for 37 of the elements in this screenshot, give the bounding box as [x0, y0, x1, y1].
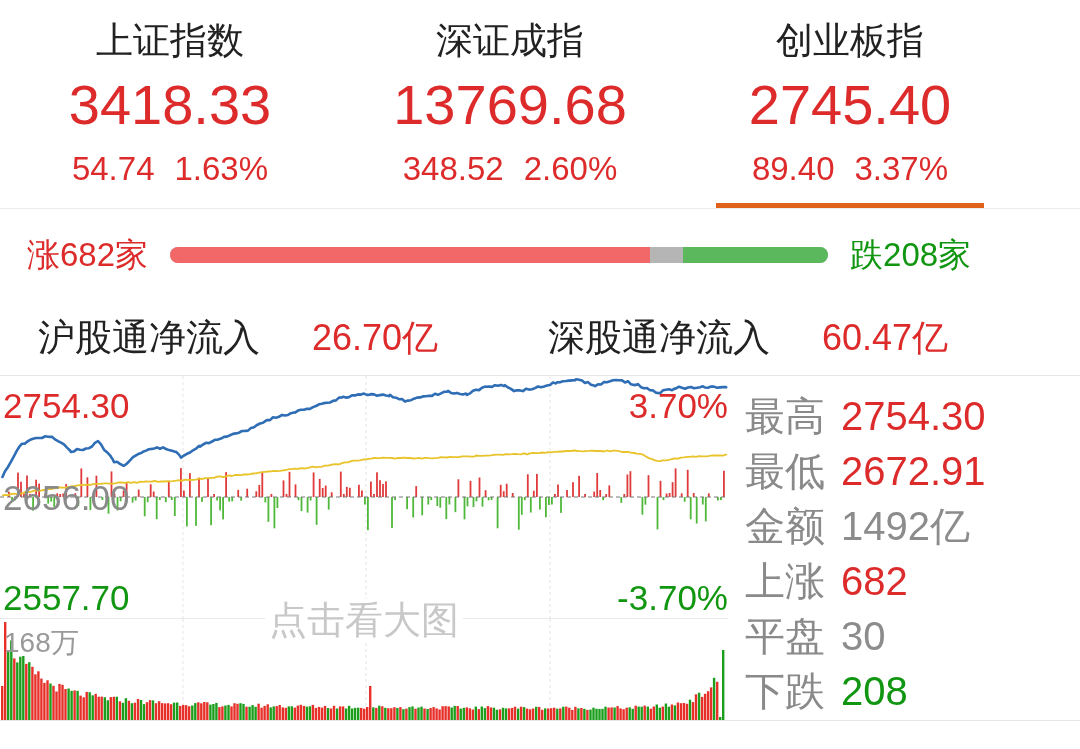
- index-change: 54.74: [71, 152, 155, 185]
- stat-value: 208: [841, 670, 908, 711]
- index-change-percent: 3.37%: [854, 152, 949, 185]
- decline-count: 跌208家: [850, 238, 972, 271]
- index-name: 深证成指: [436, 22, 584, 59]
- axis-label: 2557.70: [3, 580, 130, 615]
- index-tab[interactable]: 创业板指 2745.40 89.40 3.37%: [716, 14, 984, 208]
- flow-value: 60.47亿: [822, 319, 949, 356]
- stat-value: 2672.91: [841, 450, 986, 491]
- index-value: 2745.40: [748, 77, 952, 133]
- stat-value: 682: [841, 560, 908, 601]
- index-value: 3418.33: [68, 77, 272, 133]
- index-tab[interactable]: 深证成指 13769.68 348.52 2.60%: [376, 14, 644, 208]
- index-name: 创业板指: [776, 22, 924, 59]
- stat-label: 金额: [745, 505, 825, 546]
- index-change-percent: 1.63%: [174, 152, 269, 185]
- stat-label: 上涨: [745, 560, 825, 601]
- flow-label: 深股通净流入: [548, 319, 770, 356]
- percent-label: -3.70%: [617, 580, 728, 615]
- advance-count: 涨682家: [27, 238, 149, 271]
- index-value: 13769.68: [393, 77, 627, 133]
- stat-value: 1492亿: [841, 505, 970, 546]
- stat-label: 平盘: [745, 615, 825, 656]
- index-change: 89.40: [751, 152, 835, 185]
- flow-value: 26.70亿: [312, 319, 439, 356]
- index-name: 上证指数: [96, 22, 244, 59]
- axis-label: 2754.30: [3, 388, 130, 423]
- percent-label: 3.70%: [628, 388, 728, 423]
- stat-label: 最高: [745, 395, 825, 436]
- stat-label: 最低: [745, 450, 825, 491]
- index-change: 348.52: [402, 152, 504, 185]
- stat-label: 下跌: [745, 670, 825, 711]
- stat-value: 30: [841, 615, 886, 656]
- index-change-percent: 2.60%: [523, 152, 618, 185]
- stat-value: 2754.30: [841, 395, 986, 436]
- flow-label: 沪股通净流入: [38, 319, 260, 356]
- index-tab[interactable]: 上证指数 3418.33 54.74 1.63%: [36, 14, 304, 208]
